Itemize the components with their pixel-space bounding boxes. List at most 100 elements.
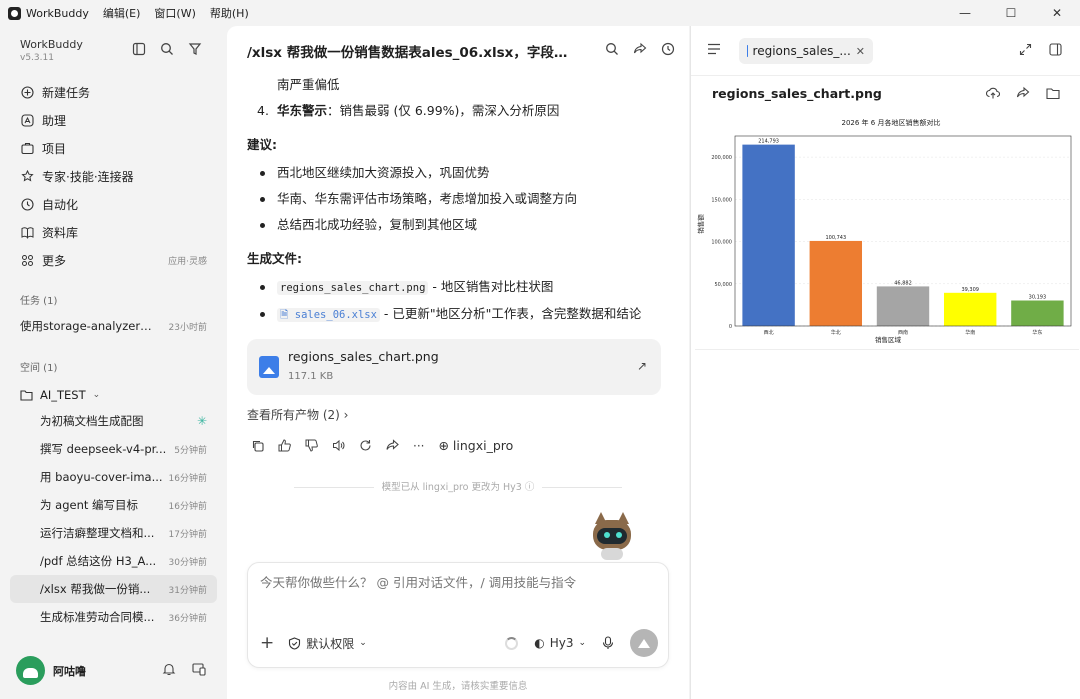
maximize-icon[interactable]: ☐ — [988, 0, 1034, 26]
close-tab-icon[interactable]: ✕ — [856, 45, 865, 58]
menu-help[interactable]: 帮助(H) — [210, 5, 249, 21]
task-title: /pdf 总结这份 H3_A... — [40, 554, 157, 568]
arrow-up-right-icon[interactable]: ↗ — [637, 359, 647, 373]
task-title: 为初稿文档生成配图 — [40, 414, 144, 428]
file-link[interactable]: 🗎 sales_06.xlsx — [277, 308, 380, 322]
space-task-item[interactable]: 为 agent 编写目标 16分钟前 — [10, 491, 217, 519]
thumbs-down-icon[interactable] — [305, 439, 318, 452]
plus-icon[interactable]: + — [260, 633, 274, 653]
preview-actions — [986, 86, 1060, 100]
user-actions — [162, 662, 206, 676]
mascot-robot-image — [587, 512, 637, 560]
close-icon[interactable]: ✕ — [1034, 0, 1080, 26]
sidebar-item-assistant[interactable]: 助理 — [10, 106, 217, 134]
search-icon[interactable] — [605, 42, 619, 56]
folder-icon[interactable] — [1046, 86, 1060, 100]
file-card[interactable]: regions_sales_chart.png 117.1 KB ↗ — [247, 339, 661, 395]
microphone-icon[interactable] — [602, 636, 614, 650]
space-task-item[interactable]: 为初稿文档生成配图 ✳ — [10, 407, 217, 435]
permission-dropdown[interactable]: 默认权限 ⌄ — [288, 635, 367, 652]
chart-bar — [943, 292, 997, 326]
assistant-icon — [20, 113, 34, 127]
files-heading: 生成文件: — [247, 251, 302, 266]
panel-toggle-icon[interactable] — [1049, 43, 1062, 56]
title-bar: WorkBuddy 编辑(E) 窗口(W) 帮助(H) — ☐ ✕ — [0, 0, 1080, 26]
chevron-down-icon: ⌄ — [92, 390, 101, 400]
space-task-item[interactable]: 撰写 deepseek-v4-pr... 5分钟前 — [10, 435, 217, 463]
model-dropdown[interactable]: ◐ Hy3 ⌄ — [534, 636, 586, 650]
chart-preview: 2026 年 6 月各地区销售额对比 销售区域 销售额 0 50,000 100,0… — [695, 114, 1079, 350]
device-icon[interactable] — [192, 662, 206, 676]
search-icon[interactable] — [160, 42, 174, 56]
task-title: 使用storage-analyzer分... — [20, 319, 155, 333]
permission-label: 默认权限 — [306, 636, 355, 651]
task-title: 生成标准劳动合同模... — [40, 610, 155, 624]
space-task-item[interactable]: 运行洁癖整理文档和... 17分钟前 — [10, 519, 217, 547]
sidebar-item-label: 项目 — [42, 141, 67, 156]
refresh-icon[interactable] — [359, 439, 372, 452]
menu-window[interactable]: 窗口(W) — [154, 5, 195, 21]
user-profile[interactable]: 阿咕噜 — [16, 656, 86, 685]
chart-xtick-label: 华北 — [831, 329, 841, 336]
thumbs-up-icon[interactable] — [278, 439, 291, 452]
chart-bar — [809, 240, 863, 326]
space-task-item[interactable]: 用 baoyu-cover-ima... 16分钟前 — [10, 463, 217, 491]
minimize-icon[interactable]: — — [942, 0, 988, 26]
filter-icon[interactable] — [188, 42, 202, 56]
avatar — [16, 656, 45, 685]
history-icon[interactable] — [661, 42, 675, 56]
sidebar-item-experts[interactable]: 专家·技能·连接器 — [10, 162, 217, 190]
file-code: regions_sales_chart.png — [277, 281, 429, 295]
space-section-header[interactable]: 空间 (1) — [20, 359, 57, 374]
task-item[interactable]: 使用storage-analyzer分... 23小时前 — [10, 312, 217, 340]
chart-value-label: 100,743 — [825, 235, 846, 241]
view-all-products-link[interactable]: 查看所有产物 (2) › — [247, 406, 348, 423]
file-card-size: 117.1 KB — [288, 371, 334, 382]
sidebar-item-library[interactable]: 资料库 — [10, 218, 217, 246]
model-tag-label: lingxi_pro — [452, 438, 514, 453]
list-item: 总结西北成功经验，复制到其他区域 — [247, 212, 672, 238]
expert-icon — [20, 169, 34, 183]
sidebar-item-automation[interactable]: 自动化 — [10, 190, 217, 218]
sidebar-toolbar — [132, 42, 202, 56]
preview-tab[interactable]: regions_sales_... ✕ — [739, 38, 873, 64]
sidebar-item-more[interactable]: 更多 应用·灵感 — [10, 246, 217, 274]
menu-edit[interactable]: 编辑(E) — [103, 5, 141, 21]
sidebar-item-projects[interactable]: 项目 — [10, 134, 217, 162]
share-icon[interactable] — [386, 439, 399, 452]
share-icon[interactable] — [633, 42, 647, 56]
clock-icon — [20, 197, 34, 211]
more-icon[interactable]: ··· — [413, 439, 424, 453]
share-icon[interactable] — [1016, 86, 1030, 100]
speaker-icon[interactable] — [332, 439, 345, 452]
expand-icon[interactable] — [1019, 43, 1032, 56]
task-time: 17分钟前 — [168, 529, 207, 540]
chart-value-label: 30,193 — [1029, 295, 1047, 301]
folder-ai-test[interactable]: AI_TEST ⌄ — [20, 388, 100, 402]
file-icon: 🗎 — [280, 309, 295, 321]
chart-title: 2026 年 6 月各地区销售额对比 — [842, 118, 941, 127]
loading-spinner-icon: ✳ — [196, 414, 207, 428]
chart-ytick-label: 0 — [729, 324, 732, 330]
list-item: 华南、华东需评估市场策略，考虑增加投入或调整方向 — [247, 186, 672, 212]
model-switch-note: 模型已从 lingxi_pro 更改为 Hy3 ⓘ — [227, 479, 689, 493]
upload-icon[interactable] — [986, 86, 1000, 100]
sidebar-toggle-icon[interactable] — [132, 42, 146, 56]
copy-icon[interactable] — [251, 439, 264, 452]
message-actions: ··· ⊕ lingxi_pro — [251, 438, 513, 453]
bell-icon[interactable] — [162, 662, 176, 676]
sidebar-nav: 新建任务 助理 项目 专家·技能·连接器 自动化 资料库 更多 应用·灵感 — [10, 78, 217, 274]
model-label: Hy3 — [549, 636, 574, 650]
brand-name: WorkBuddy — [20, 38, 83, 51]
tasks-section-header[interactable]: 任务 (1) — [20, 292, 57, 307]
window-controls: — ☐ ✕ — [942, 0, 1080, 26]
space-task-item[interactable]: 生成标准劳动合同模... 36分钟前 — [10, 603, 217, 631]
message-input[interactable] — [260, 575, 655, 590]
ai-disclaimer: 内容由 AI 生成，请核实重要信息 — [388, 681, 528, 692]
space-task-item[interactable]: /pdf 总结这份 H3_A... 30分钟前 — [10, 547, 217, 575]
menu-icon[interactable] — [707, 43, 721, 55]
sidebar-item-new-task[interactable]: 新建任务 — [10, 78, 217, 106]
send-button[interactable] — [630, 629, 658, 657]
chat-header-actions — [605, 42, 675, 56]
space-task-item-active[interactable]: /xlsx 帮我做一份销... 31分钟前 — [10, 575, 217, 603]
